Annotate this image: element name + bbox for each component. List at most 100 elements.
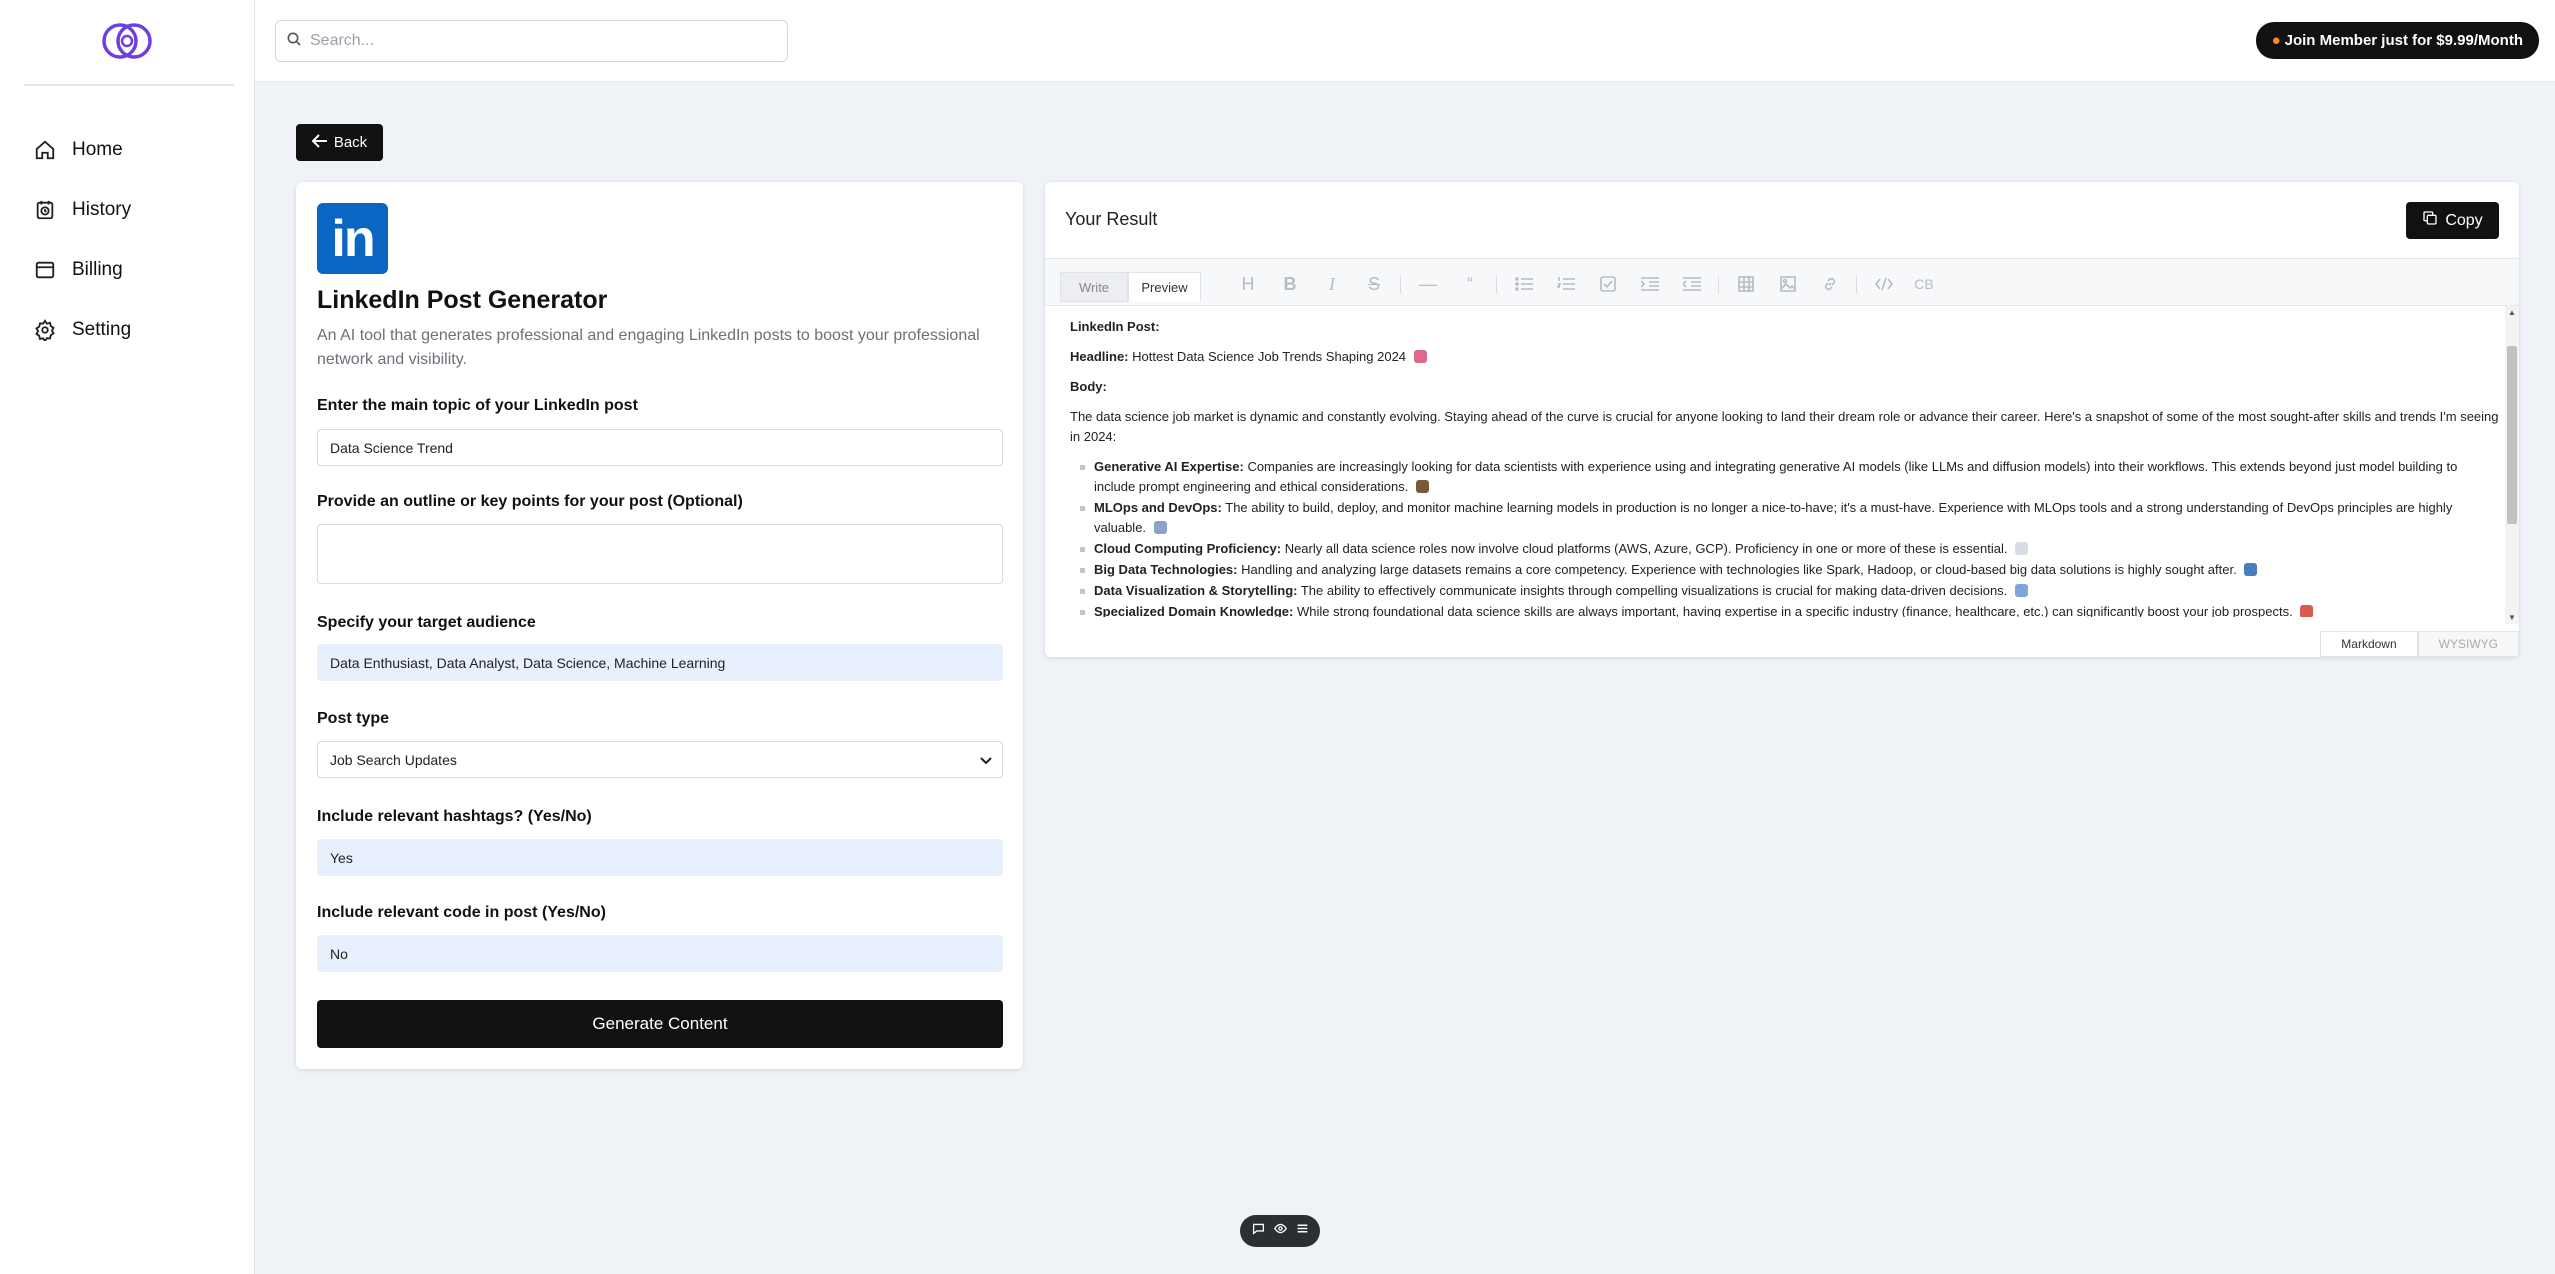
code-icon[interactable] [1871, 271, 1897, 297]
arrow-left-icon [311, 133, 328, 152]
outdent-icon[interactable] [1679, 271, 1705, 297]
toolbar-divider [1496, 276, 1497, 294]
back-button[interactable]: Back [296, 124, 383, 161]
bold-icon[interactable]: B [1277, 271, 1303, 297]
join-member-button[interactable]: ● Join Member just for $9.99/Month [2255, 22, 2539, 59]
toolbar-divider [1400, 276, 1401, 294]
generate-content-button[interactable]: Generate Content [317, 1000, 1003, 1048]
table-icon[interactable] [1733, 271, 1759, 297]
join-member-label: Join Member just for $9.99/Month [2284, 32, 2523, 49]
content-scrollbar[interactable]: ▲ ▼ [2505, 306, 2519, 624]
scroll-up-arrow-icon[interactable]: ▲ [2508, 308, 2516, 317]
tab-preview[interactable]: Preview [1128, 272, 1201, 302]
list-item-text: The ability to build, deploy, and monito… [1094, 500, 2453, 535]
menu-icon[interactable] [1296, 1222, 1309, 1240]
top-header: ● Join Member just for $9.99/Month [255, 0, 2555, 82]
post-type-value: Job Search Updates [330, 751, 457, 768]
quote-icon[interactable]: “ [1457, 271, 1483, 297]
app-logo-icon[interactable] [100, 18, 156, 64]
post-label: LinkedIn Post: [1070, 319, 1160, 334]
sidebar-item-label: Billing [72, 259, 123, 280]
billing-icon [32, 257, 58, 283]
back-label: Back [333, 134, 368, 151]
gear-emoji-icon [1153, 521, 1167, 534]
chat-icon[interactable] [1252, 1222, 1265, 1240]
image-icon[interactable] [1775, 271, 1801, 297]
result-card: Your Result Copy Write Preview H B I S —… [1045, 182, 2519, 657]
tab-write[interactable]: Write [1060, 272, 1128, 302]
list-item-text: The ability to effectively communicate i… [1300, 583, 2008, 598]
chevron-down-icon [980, 752, 992, 768]
cloud-emoji-icon [2015, 542, 2029, 555]
list-item: Cloud Computing Proficiency: Nearly all … [1080, 539, 2500, 559]
search-input[interactable] [310, 32, 750, 50]
chart-emoji-icon [2244, 563, 2258, 576]
outline-label: Provide an outline or key points for you… [317, 493, 743, 510]
sidebar-divider [24, 84, 234, 86]
codeblock-icon[interactable]: CB [1911, 271, 1937, 297]
list-item-title: Data Visualization & Storytelling: [1094, 583, 1298, 598]
tab-wysiwyg[interactable]: WYSIWYG [2417, 631, 2519, 657]
code-input[interactable]: No [317, 935, 1003, 972]
linkedin-logo-icon: in [317, 203, 388, 274]
toolbar-divider [1856, 276, 1857, 294]
strike-icon[interactable]: S [1361, 271, 1387, 297]
list-item-text: While strong foundational data science s… [1297, 604, 2293, 617]
emoji-icon [1416, 480, 1429, 493]
copy-button[interactable]: Copy [2406, 202, 2499, 239]
topic-value: Data Science Trend [330, 439, 453, 456]
hashtags-value: Yes [330, 849, 353, 866]
sidebar-item-home[interactable]: Home [32, 120, 131, 180]
list-item-text: Companies are increasingly looking for d… [1094, 459, 2458, 494]
sidebar-item-setting[interactable]: Setting [32, 300, 131, 360]
sidebar-item-history[interactable]: History [32, 180, 131, 240]
home-icon [32, 137, 58, 163]
audience-value: Data Enthusiast, Data Analyst, Data Scie… [330, 654, 726, 671]
code-value: No [330, 945, 348, 962]
heading-icon[interactable]: H [1235, 271, 1261, 297]
outline-textarea[interactable] [317, 524, 1003, 584]
task-icon[interactable] [1595, 271, 1621, 297]
bullet-list-icon[interactable] [1511, 271, 1537, 297]
generator-form-card: in LinkedIn Post Generator An AI tool th… [296, 182, 1023, 1069]
sidebar-item-label: Setting [72, 319, 132, 340]
hashtags-input[interactable]: Yes [317, 839, 1003, 876]
list-item: Specialized Domain Knowledge: While stro… [1080, 602, 2500, 617]
copy-label: Copy [2445, 211, 2483, 229]
target-emoji-icon [2300, 605, 2314, 617]
headline-label: Headline: [1070, 349, 1129, 364]
search-icon [286, 31, 302, 52]
hr-icon[interactable]: — [1415, 271, 1441, 297]
sidebar-item-billing[interactable]: Billing [32, 240, 131, 300]
audience-input[interactable]: Data Enthusiast, Data Analyst, Data Scie… [317, 644, 1003, 681]
post-type-label: Post type [317, 710, 390, 727]
list-item-title: Big Data Technologies: [1094, 562, 1238, 577]
hashtags-label: Include relevant hashtags? (Yes/No) [317, 808, 592, 825]
audience-label: Specify your target audience [317, 614, 536, 631]
scroll-down-arrow-icon[interactable]: ▼ [2508, 613, 2516, 622]
list-item-title: MLOps and DevOps: [1094, 500, 1222, 515]
post-type-select[interactable]: Job Search Updates [317, 741, 1003, 778]
scroll-thumb[interactable] [2507, 346, 2517, 524]
body-label: Body: [1070, 379, 1107, 394]
rocket-emoji-icon [1413, 350, 1427, 363]
indent-icon[interactable] [1637, 271, 1663, 297]
tab-markdown[interactable]: Markdown [2320, 631, 2418, 657]
code-label: Include relevant code in post (Yes/No) [317, 904, 606, 921]
topic-input[interactable]: Data Science Trend [317, 429, 1003, 466]
eye-icon[interactable] [1273, 1222, 1287, 1240]
sidebar-nav: Home History Billing Setting [32, 120, 131, 360]
list-item-text: Nearly all data science roles now involv… [1284, 541, 2008, 556]
ordered-list-icon[interactable] [1553, 271, 1579, 297]
list-item-text: Handling and analyzing large datasets re… [1241, 562, 2237, 577]
list-item: Data Visualization & Storytelling: The a… [1080, 581, 2500, 601]
copy-icon [2422, 210, 2438, 231]
search-bar[interactable] [275, 20, 788, 62]
skills-list: Generative AI Expertise: Companies are i… [1080, 457, 2500, 617]
link-icon[interactable] [1817, 271, 1843, 297]
list-item-title: Generative AI Expertise: [1094, 459, 1244, 474]
list-item: MLOps and DevOps: The ability to build, … [1080, 498, 2500, 538]
result-title: Your Result [1065, 209, 1158, 229]
gear-icon [32, 317, 58, 343]
italic-icon[interactable]: I [1319, 271, 1345, 297]
